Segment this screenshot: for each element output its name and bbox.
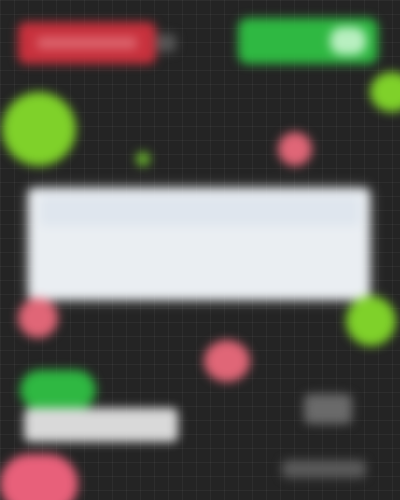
green-dot xyxy=(136,152,150,166)
green-orb-edge[interactable] xyxy=(370,72,400,112)
green-button-icon xyxy=(330,27,366,55)
red-pill-tab xyxy=(156,34,176,52)
red-pill-label-placeholder xyxy=(37,37,137,49)
pink-orb-small[interactable] xyxy=(278,132,312,166)
light-bar xyxy=(24,408,178,442)
grey-block xyxy=(304,394,352,424)
green-orb-large[interactable] xyxy=(2,92,76,166)
center-panel-header xyxy=(40,196,360,226)
grey-bar xyxy=(282,460,366,478)
red-status-pill[interactable] xyxy=(18,22,156,64)
green-action-button[interactable] xyxy=(238,18,378,64)
game-board xyxy=(0,0,400,500)
pink-orb-left[interactable] xyxy=(18,298,58,338)
pink-blob-bottom[interactable] xyxy=(0,454,78,500)
pink-orb-middle[interactable] xyxy=(204,340,250,382)
green-orb-right[interactable] xyxy=(346,296,396,346)
green-pill-bottom[interactable] xyxy=(20,370,96,410)
